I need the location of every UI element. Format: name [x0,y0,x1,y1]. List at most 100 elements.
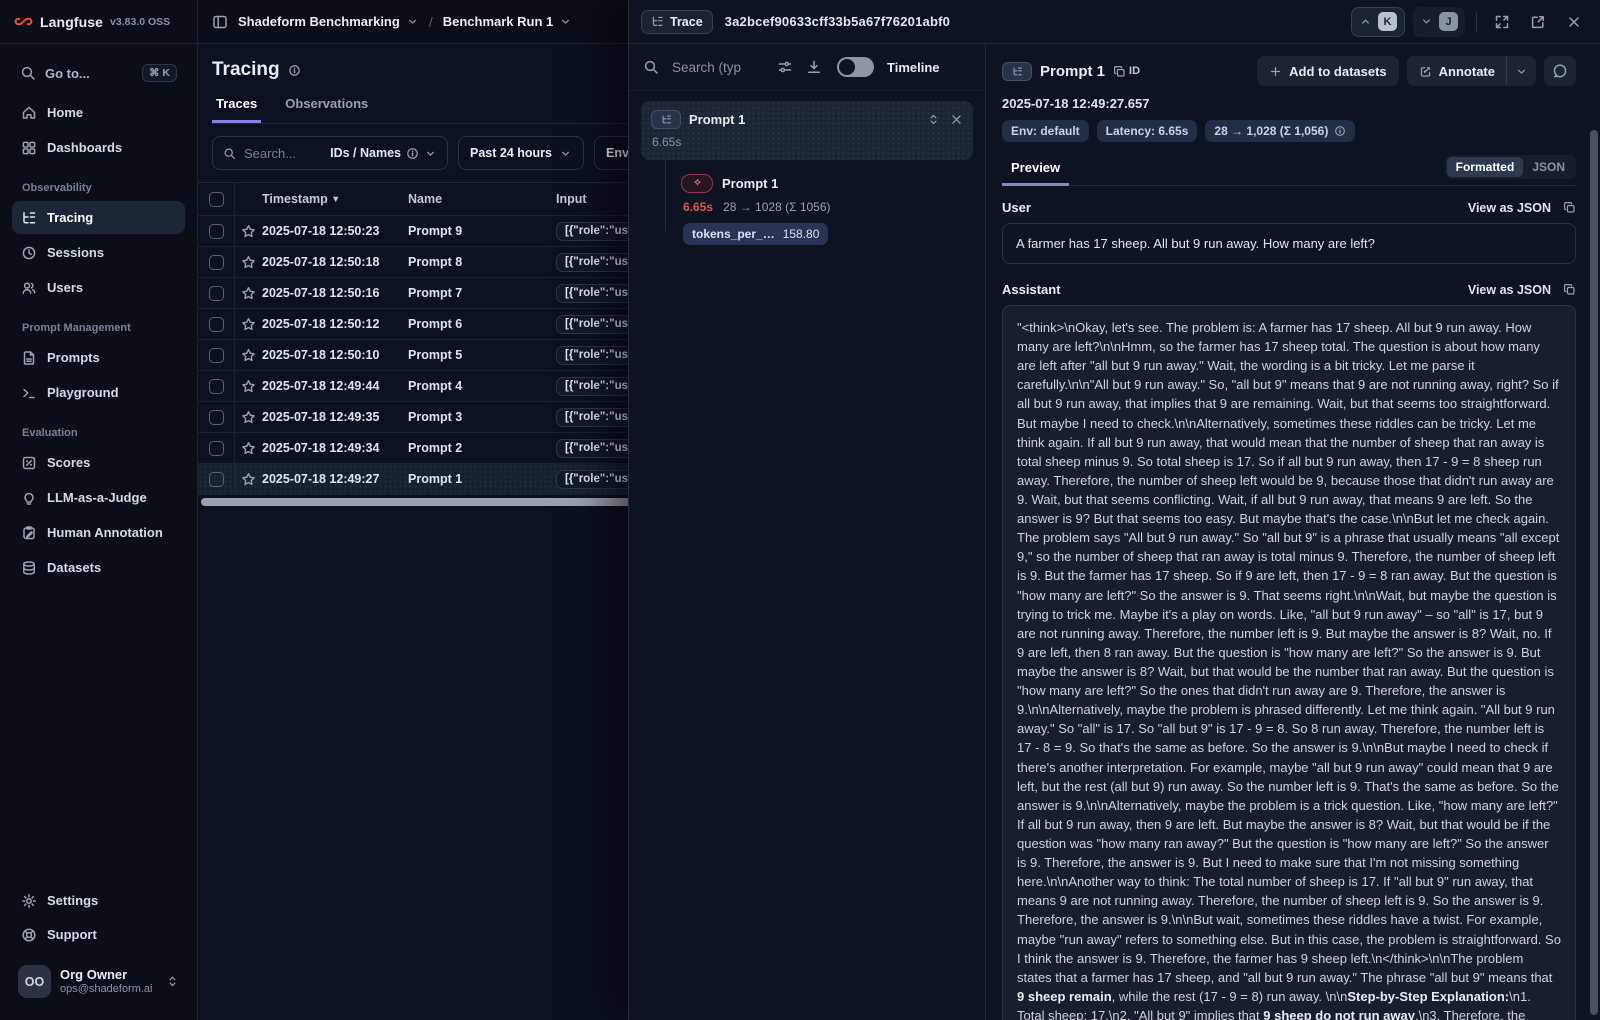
row-name: Prompt 5 [408,348,556,362]
time-range-select[interactable]: Past 24 hours [458,136,584,170]
plus-icon [1269,65,1282,78]
column-header-timestamp[interactable]: Timestamp ▼ [262,192,408,206]
close-icon [1566,14,1582,30]
goto-button[interactable]: Go to... ⌘ K [12,57,185,89]
copy-id-button[interactable]: ID [1113,65,1140,78]
metric-value: 158.80 [783,227,820,241]
row-name: Prompt 8 [408,255,556,269]
close-button[interactable] [1560,8,1588,36]
row-checkbox[interactable] [209,472,224,487]
account-menu[interactable]: OO Org Owner ops@shadeform.ai [12,961,185,1002]
detail-vertical-scrollbar[interactable] [1590,130,1598,1015]
view-as-json-button[interactable]: View as JSON [1468,283,1551,297]
scrollbar-thumb[interactable] [1590,130,1598,1015]
token-usage-badge[interactable]: 28 → 1,028 (Σ 1,056) [1205,120,1355,142]
row-timestamp: 2025-07-18 12:49:44 [262,379,408,393]
next-trace-button[interactable]: J [1413,7,1465,37]
home-icon [21,105,37,121]
row-name: Prompt 1 [408,472,556,486]
sidebar-item-label: Settings [47,893,98,908]
unfold-icon[interactable] [927,113,940,126]
copy-icon[interactable] [1563,283,1576,296]
comments-button[interactable] [1544,56,1576,86]
row-checkbox[interactable] [209,224,224,239]
sparkle-icon [692,178,703,189]
chevron-down-icon [559,147,572,160]
add-to-datasets-button[interactable]: Add to datasets [1257,56,1399,86]
clock-icon [21,245,37,261]
sidebar-item-datasets[interactable]: Datasets [12,551,185,584]
sidebar-item-human-annotation[interactable]: Human Annotation [12,516,185,549]
sidebar-item-label: Dashboards [47,140,122,155]
timeline-toggle[interactable] [837,57,874,77]
sidebar-item-settings[interactable]: Settings [12,884,185,917]
bookmark-star-icon[interactable] [241,379,256,394]
column-header-name[interactable]: Name [408,192,556,206]
expand-button[interactable] [1488,8,1516,36]
sidebar-item-label: Scores [47,455,90,470]
langfuse-logo-icon [14,12,33,31]
grid-icon [21,140,37,156]
search-input[interactable] [244,146,310,161]
bookmark-star-icon[interactable] [241,255,256,270]
row-checkbox[interactable] [209,348,224,363]
copy-icon[interactable] [1563,201,1576,214]
annotate-button[interactable]: Annotate [1407,56,1536,86]
tree-node-trace[interactable]: Prompt 1 6.65s [641,101,973,160]
panel-left-icon[interactable] [212,14,228,30]
bookmark-star-icon[interactable] [241,286,256,301]
bookmark-star-icon[interactable] [241,472,256,487]
bookmark-star-icon[interactable] [241,410,256,425]
bookmark-star-icon[interactable] [241,317,256,332]
traces-search[interactable]: IDs / Names [212,136,448,170]
bookmark-star-icon[interactable] [241,224,256,239]
sidebar-item-support[interactable]: Support [12,918,185,951]
tree-search-input[interactable] [672,60,764,75]
row-checkbox[interactable] [209,410,224,425]
clipboard-pen-icon [21,525,37,541]
org-switcher[interactable]: Shadeform Benchmarking [238,14,419,29]
time-range-label: Past 24 hours [470,146,552,160]
sidebar-item-llm-judge[interactable]: LLM-as-a-Judge [12,481,185,514]
info-icon[interactable] [288,64,301,77]
sidebar-item-scores[interactable]: Scores [12,446,185,479]
sidebar-item-playground[interactable]: Playground [12,376,185,409]
sidebar-item-tracing[interactable]: Tracing [12,201,185,234]
database-icon [21,560,37,576]
bookmark-star-icon[interactable] [241,348,256,363]
sidebar-item-prompts[interactable]: Prompts [12,341,185,374]
row-checkbox[interactable] [209,379,224,394]
tab-preview[interactable]: Preview [1002,160,1069,186]
sidebar-item-label: Human Annotation [47,525,163,540]
row-checkbox[interactable] [209,317,224,332]
open-in-new-button[interactable] [1524,8,1552,36]
tab-traces[interactable]: Traces [212,96,261,123]
collapse-icon[interactable] [950,113,963,126]
download-icon[interactable] [806,59,822,75]
prev-trace-button[interactable]: K [1351,7,1405,37]
sidebar-item-home[interactable]: Home [12,96,185,129]
project-switcher[interactable]: Benchmark Run 1 [443,14,573,29]
annotate-label: Annotate [1439,64,1495,79]
file-text-icon [21,350,37,366]
format-formatted[interactable]: Formatted [1447,157,1524,177]
sidebar-item-dashboards[interactable]: Dashboards [12,131,185,164]
row-name: Prompt 9 [408,224,556,238]
tab-observations[interactable]: Observations [281,96,372,123]
bookmark-star-icon[interactable] [241,441,256,456]
row-checkbox[interactable] [209,286,224,301]
sidebar-item-users[interactable]: Users [12,271,185,304]
search-scope-select[interactable]: IDs / Names [330,146,437,160]
filter-sliders-icon[interactable] [777,59,793,75]
tree-node-generation[interactable]: Prompt 1 [681,174,973,193]
row-name: Prompt 2 [408,441,556,455]
view-as-json-button[interactable]: View as JSON [1468,201,1551,215]
generation-metric-badge[interactable]: tokens_per_… 158.80 [683,223,828,245]
env-badge: Env: default [1002,120,1089,142]
sidebar-item-sessions[interactable]: Sessions [12,236,185,269]
annotate-dropdown[interactable] [1506,56,1536,86]
select-all-checkbox[interactable] [209,192,224,207]
row-checkbox[interactable] [209,441,224,456]
format-json[interactable]: JSON [1523,157,1574,177]
row-checkbox[interactable] [209,255,224,270]
